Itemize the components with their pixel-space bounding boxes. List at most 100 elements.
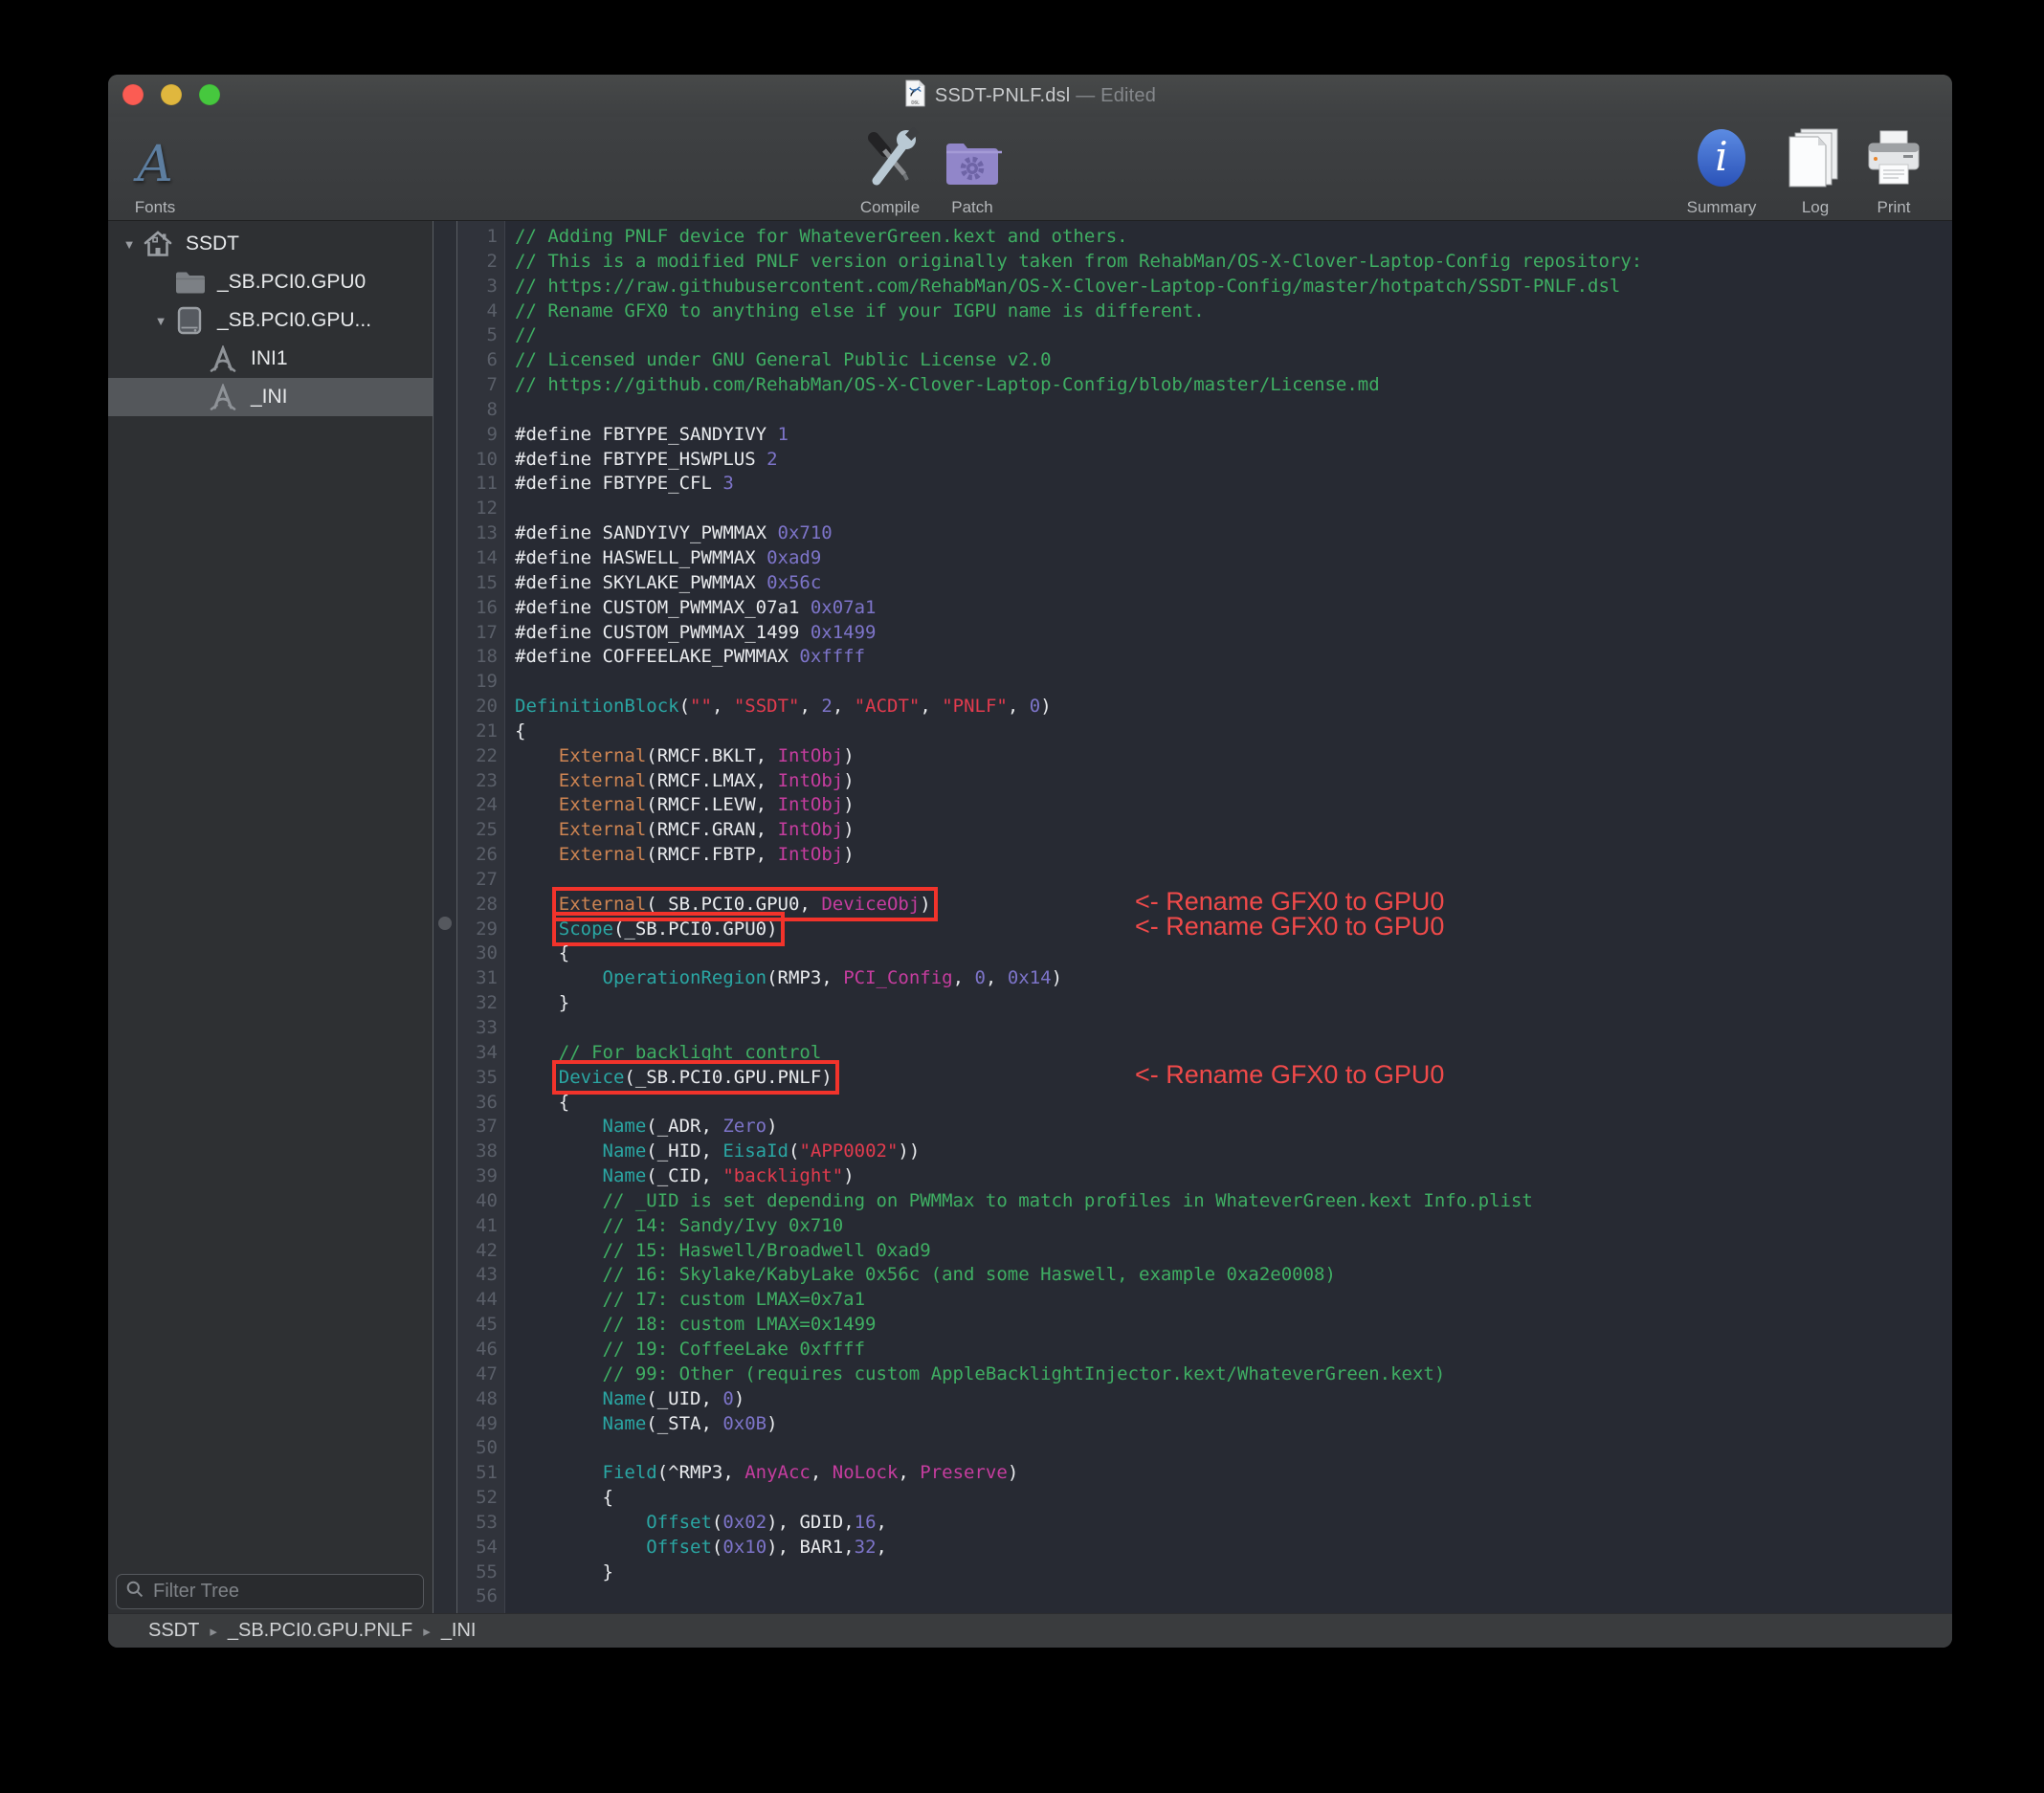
code-line: // Rename GFX0 to anything else if your … bbox=[515, 299, 1205, 321]
fonts-button[interactable]: A Fonts bbox=[108, 121, 227, 216]
code-line: External(RMCF.LEVW, IntObj) bbox=[558, 794, 855, 816]
annotation-box: Device(_SB.PCI0.GPU.PNLF) bbox=[551, 1059, 839, 1095]
breadcrumb-item-ssdt[interactable]: SSDT bbox=[148, 1620, 199, 1642]
line-number: 21 bbox=[476, 719, 498, 742]
patch-label: Patch bbox=[951, 198, 993, 216]
svg-text:DSL: DSL bbox=[911, 100, 920, 104]
line-number: 50 bbox=[476, 1437, 498, 1459]
code-line: } bbox=[515, 1561, 613, 1583]
line-number: 15 bbox=[476, 571, 498, 593]
code-line: #define FBTYPE_SANDYIVY 1 bbox=[515, 423, 789, 445]
tree-item-ini1[interactable]: INI1 bbox=[108, 340, 433, 378]
line-number: 14 bbox=[476, 546, 498, 568]
line-number: 53 bbox=[476, 1511, 498, 1533]
code-line: External(RMCF.BKLT, IntObj) bbox=[558, 744, 855, 766]
code-line: // 99: Other (requires custom AppleBackl… bbox=[515, 1362, 1446, 1384]
annotation-box: Scope(_SB.PCI0.GPU0) bbox=[551, 911, 785, 946]
split-handle[interactable] bbox=[438, 917, 452, 930]
code-line: #define CUSTOM_PWMMAX_07a1 0x07a1 bbox=[515, 596, 877, 618]
line-number: 41 bbox=[476, 1214, 498, 1236]
code-line: // Adding PNLF device for WhateverGreen.… bbox=[515, 226, 1128, 247]
code-line: Offset(0x02), GDID,16, bbox=[646, 1511, 887, 1533]
line-number: 49 bbox=[476, 1412, 498, 1434]
window-title: SSDT-PNLF.dsl — Edited bbox=[934, 84, 1157, 106]
line-number: 56 bbox=[476, 1585, 498, 1607]
breadcrumb-item-sbpci0gpupnlf[interactable]: _SB.PCI0.GPU.PNLF bbox=[228, 1620, 412, 1642]
line-number: 19 bbox=[476, 671, 498, 693]
code-line: { bbox=[515, 719, 526, 742]
patch-button[interactable]: Patch bbox=[900, 121, 1044, 216]
code-line: #define FBTYPE_HSWPLUS 2 bbox=[515, 448, 778, 470]
line-number: 13 bbox=[476, 522, 498, 544]
tree-item-ini[interactable]: _INI bbox=[108, 378, 433, 416]
content-area: ▼ SSDT _SB.PCI0.GPU0 ▼ _SB.PCI0.GPU... INI1 _I… bbox=[108, 221, 1952, 1613]
code-line: // Licensed under GNU General Public Lic… bbox=[515, 349, 1052, 371]
line-number: 47 bbox=[476, 1362, 498, 1384]
line-number: 31 bbox=[476, 967, 498, 989]
tree-item-sbpci0gpu[interactable]: ▼ _SB.PCI0.GPU... bbox=[108, 301, 433, 340]
code-line: #define FBTYPE_CFL 3 bbox=[515, 473, 734, 495]
print-button[interactable]: Print bbox=[1822, 121, 1952, 216]
code-line: // bbox=[515, 324, 537, 346]
title-bar: DSL SSDT-PNLF.dsl — Edited bbox=[108, 75, 1952, 117]
line-number: 20 bbox=[476, 696, 498, 718]
device-icon bbox=[172, 306, 207, 335]
search-icon bbox=[125, 1580, 144, 1604]
document-icon: DSL bbox=[904, 79, 926, 112]
rename-annotation: <- Rename GFX0 to GPU0 bbox=[1135, 1059, 1445, 1089]
code-line: // 18: custom LMAX=0x1499 bbox=[515, 1314, 877, 1336]
code-line: Field(^RMP3, AnyAcc, NoLock, Preserve) bbox=[602, 1462, 1019, 1484]
line-number: 2 bbox=[486, 250, 498, 272]
line-number: 28 bbox=[476, 893, 498, 915]
filter-tree-input[interactable] bbox=[151, 1580, 414, 1604]
tree-item-label: INI1 bbox=[251, 347, 288, 369]
code-editor[interactable]: 1 2 3 4 5 6 7 8 9 10 11 12 13 14 15 16 17 18 19 20 21 22 23 24 2… bbox=[457, 221, 1952, 1613]
tree-item-sbpci0gpu0[interactable]: _SB.PCI0.GPU0 bbox=[108, 263, 433, 301]
code-line: // 17: custom LMAX=0x7a1 bbox=[515, 1289, 866, 1311]
line-number: 32 bbox=[476, 992, 498, 1014]
line-number: 48 bbox=[476, 1387, 498, 1409]
breadcrumb-item-ini[interactable]: _INI bbox=[441, 1620, 477, 1642]
tree-item-ssdt[interactable]: ▼ SSDT bbox=[108, 225, 433, 263]
fonts-label: Fonts bbox=[134, 198, 176, 216]
line-number: 12 bbox=[476, 498, 498, 520]
line-number: 5 bbox=[486, 324, 498, 346]
breadcrumb: SSDT ▸ _SB.PCI0.GPU.PNLF ▸ _INI bbox=[108, 1613, 1952, 1648]
window-title-area: DSL SSDT-PNLF.dsl — Edited bbox=[108, 75, 1952, 117]
tree-item-label: _INI bbox=[251, 386, 288, 408]
code-line: { bbox=[515, 942, 570, 964]
code-line: } bbox=[515, 992, 570, 1014]
tree-item-label: _SB.PCI0.GPU0 bbox=[217, 271, 367, 293]
patch-icon bbox=[943, 139, 1002, 193]
line-number: 38 bbox=[476, 1140, 498, 1162]
code-line: #define SKYLAKE_PWMMAX 0x56c bbox=[515, 571, 822, 593]
code-line: // 16: Skylake/KabyLake 0x56c (and some … bbox=[515, 1264, 1336, 1286]
folder-icon bbox=[172, 270, 207, 295]
line-number: 26 bbox=[476, 844, 498, 866]
line-number: 18 bbox=[476, 646, 498, 668]
line-number: 30 bbox=[476, 942, 498, 964]
line-number: 46 bbox=[476, 1338, 498, 1360]
code-line: Name(_HID, EisaId("APP0002")) bbox=[602, 1140, 921, 1162]
line-number: 29 bbox=[476, 918, 498, 940]
line-number: 52 bbox=[476, 1487, 498, 1509]
code-line: Name(_CID, "backlight") bbox=[602, 1165, 855, 1187]
toolbar: A Fonts Compile Patch i Summary Log Prin… bbox=[108, 117, 1952, 221]
line-number: 33 bbox=[476, 1017, 498, 1038]
split-divider[interactable] bbox=[433, 221, 457, 1613]
line-number: 40 bbox=[476, 1189, 498, 1211]
breadcrumb-separator-icon: ▸ bbox=[423, 1623, 431, 1640]
tree: ▼ SSDT _SB.PCI0.GPU0 ▼ _SB.PCI0.GPU... INI1 _I… bbox=[108, 225, 433, 416]
desktop: { "window": { "title": "SSDT-PNLF.dsl", … bbox=[0, 0, 2044, 1793]
line-number: 51 bbox=[476, 1462, 498, 1484]
line-number: 39 bbox=[476, 1165, 498, 1187]
line-number: 16 bbox=[476, 596, 498, 618]
line-number: 10 bbox=[476, 448, 498, 470]
disclosure-triangle-icon[interactable]: ▼ bbox=[149, 314, 172, 328]
line-number: 54 bbox=[476, 1536, 498, 1558]
filter-field[interactable] bbox=[116, 1574, 424, 1609]
tree-item-label: SSDT bbox=[186, 232, 240, 255]
disclosure-triangle-icon[interactable]: ▼ bbox=[118, 237, 141, 252]
